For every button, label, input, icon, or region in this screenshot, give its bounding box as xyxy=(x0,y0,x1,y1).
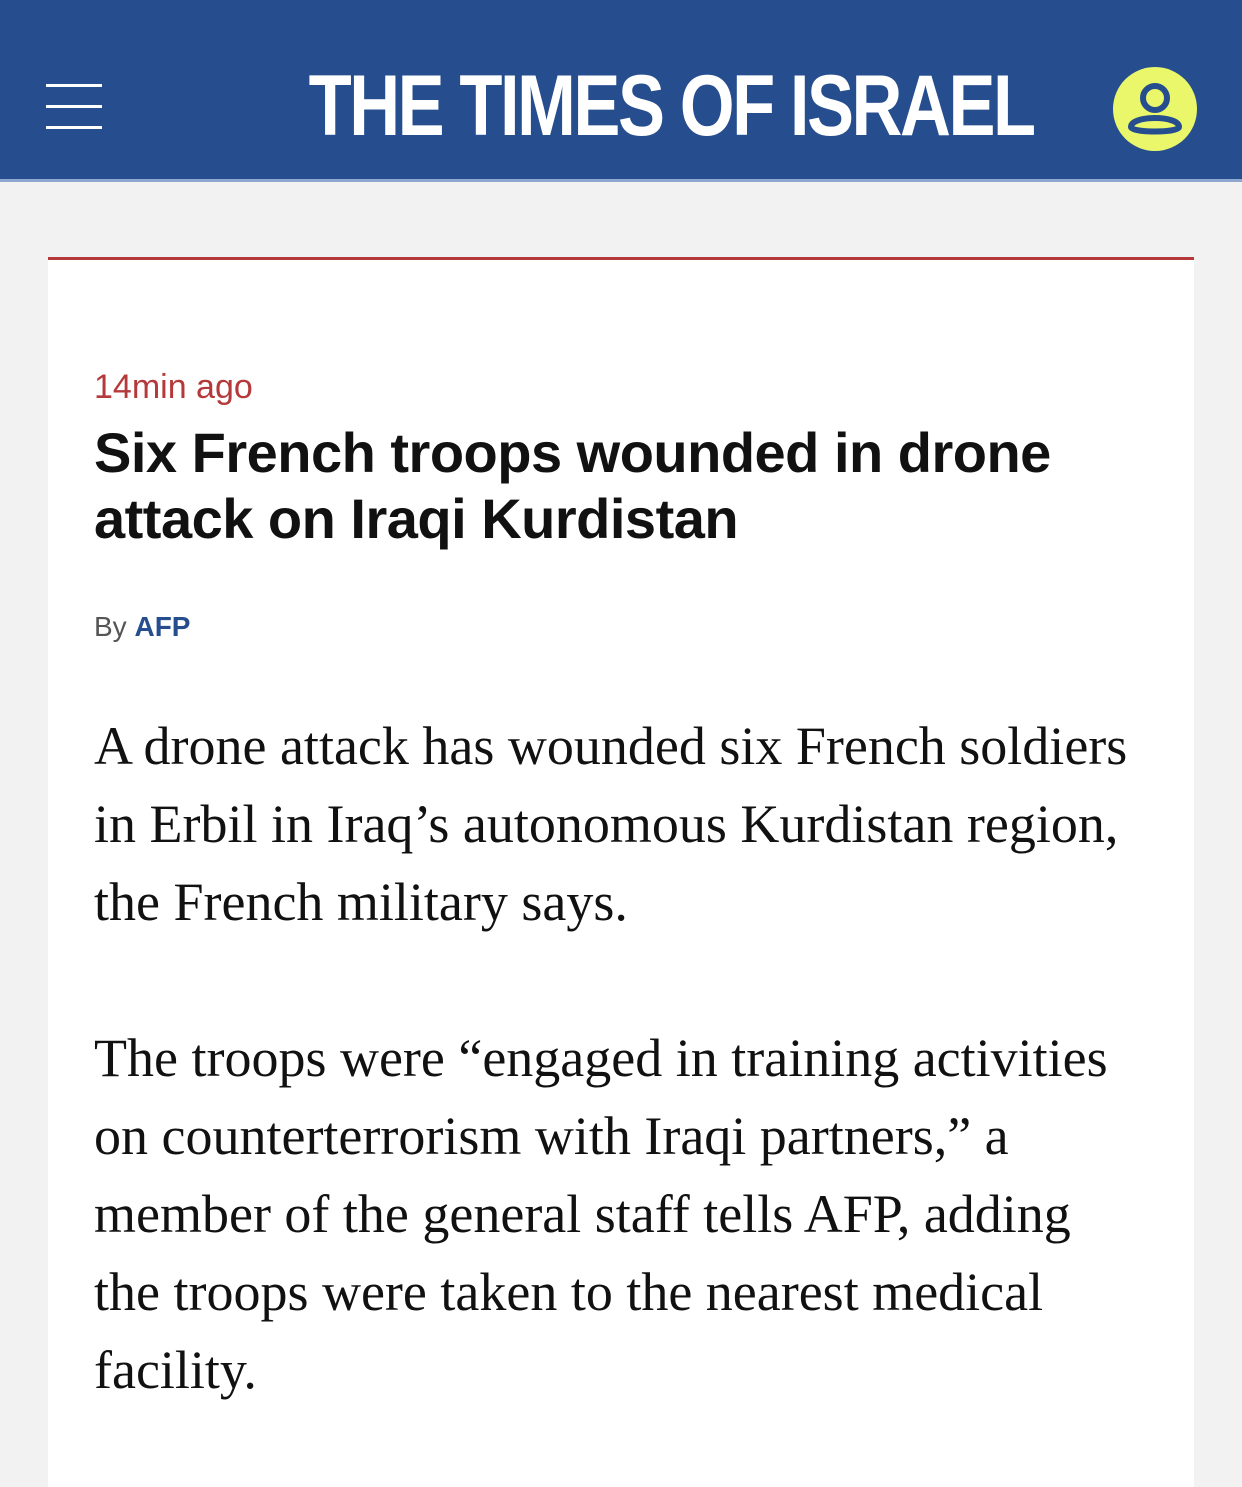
article-byline: By AFP xyxy=(94,610,190,644)
article-timestamp: 14min ago xyxy=(94,368,253,406)
menu-line xyxy=(46,105,102,108)
article-paragraph: The troops were “engaged in training act… xyxy=(94,1028,1108,1400)
article-headline[interactable]: Six French troops wounded in drone attac… xyxy=(94,420,1114,552)
hamburger-menu-icon[interactable] xyxy=(46,84,102,132)
menu-line xyxy=(46,84,102,87)
byline-author-link[interactable]: AFP xyxy=(134,611,190,642)
byline-prefix: By xyxy=(94,611,127,642)
top-navigation-bar: THE TIMES OF ISRAEL xyxy=(0,0,1242,182)
article-paragraph: A drone attack has wounded six French so… xyxy=(94,716,1128,932)
user-silhouette-icon xyxy=(1128,83,1182,135)
article-card: 14min ago Six French troops wounded in d… xyxy=(48,257,1194,1487)
menu-line xyxy=(46,126,102,129)
site-logo[interactable]: THE TIMES OF ISRAEL xyxy=(309,56,1037,156)
user-account-icon[interactable] xyxy=(1113,67,1197,151)
